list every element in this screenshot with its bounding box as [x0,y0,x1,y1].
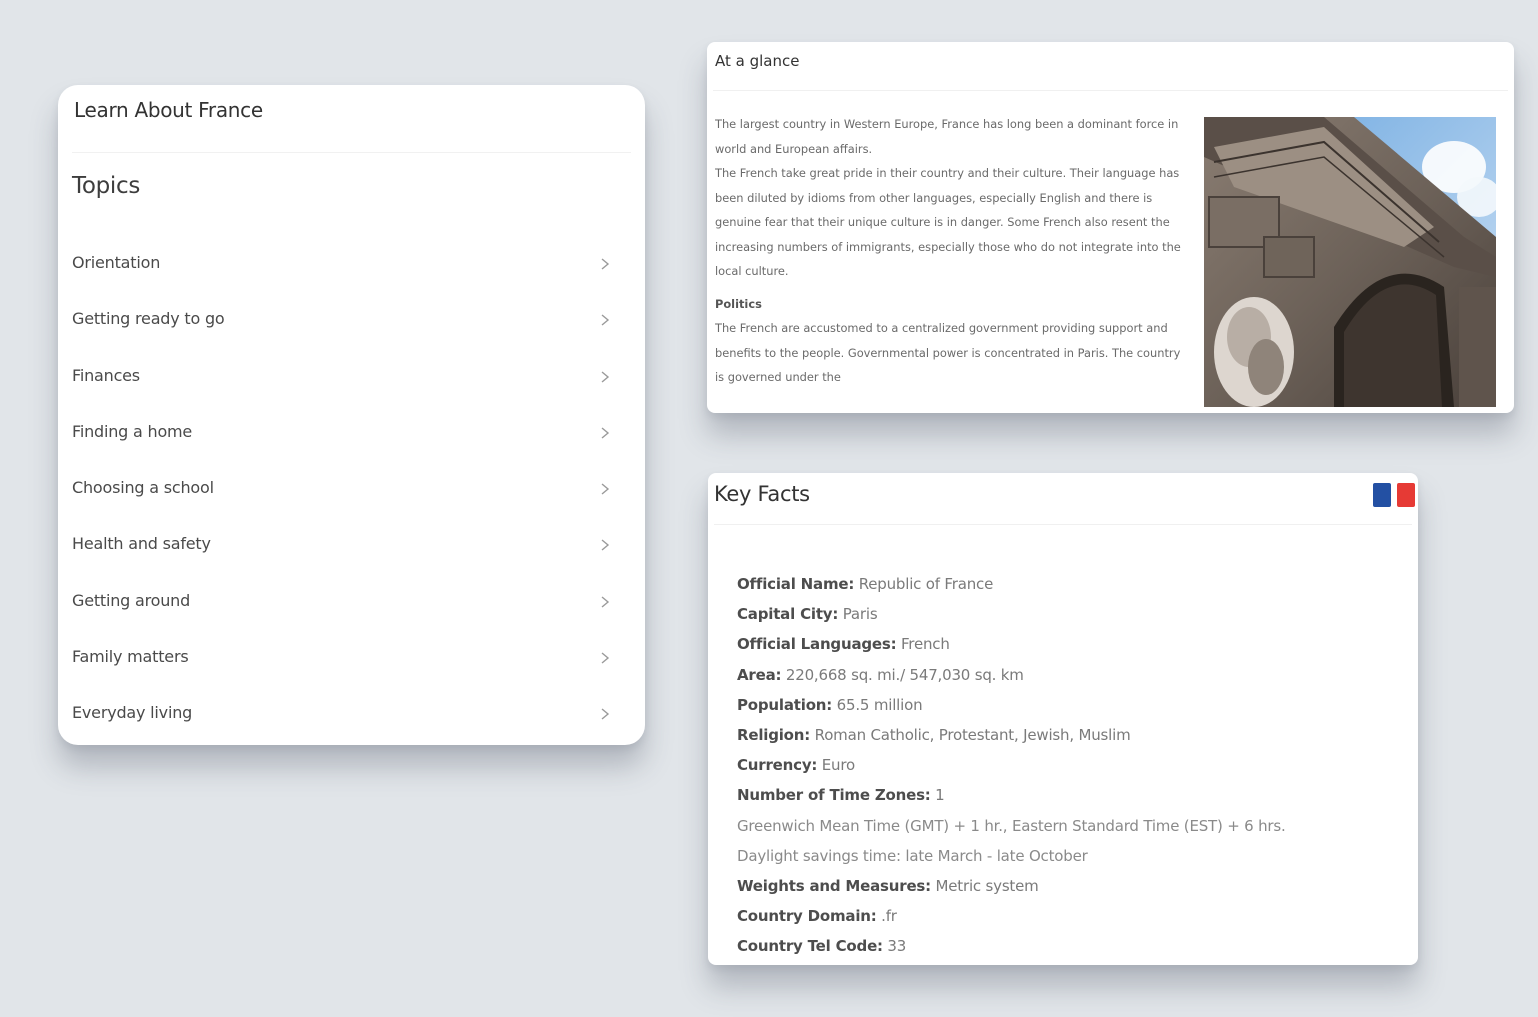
chevron-right-icon [601,258,610,270]
card-title: At a glance [715,52,800,70]
fact-value: Metric system [930,877,1039,896]
topic-item-everyday-living[interactable]: Everyday living [72,685,612,741]
glance-text-scroll-area[interactable]: The largest country in Western Europe, F… [715,112,1189,412]
fact-value: 65.5 million [832,695,923,714]
fact-label: Weights and Measures: [737,877,931,896]
fact-population: Population: 65.5 million [737,690,1286,720]
flag-stripe-red [1397,483,1415,507]
card-title: Learn About France [74,98,263,122]
fact-value: Roman Catholic, Protestant, Jewish, Musl… [810,726,1131,745]
topic-label: Family matters [72,647,189,667]
fact-label: Population: [737,695,833,714]
topic-item-orientation[interactable]: Orientation [72,235,612,291]
fact-label: Area: [737,665,782,684]
fact-value: .fr [876,907,897,926]
fact-tel-code: Country Tel Code: 33 [737,931,1286,961]
chevron-right-icon [601,314,610,326]
fact-value: 33 [882,937,907,956]
topic-label: Everyday living [72,703,193,723]
topic-label: Orientation [72,253,161,272]
chevron-right-icon [601,539,610,552]
politics-heading: Politics [715,296,762,311]
fact-value: French [896,635,950,654]
topic-label: Getting around [72,590,191,610]
fact-value: Paris [838,605,878,624]
fact-value: 220,668 sq. mi./ 547,030 sq. km [781,665,1024,684]
chevron-right-icon [601,596,610,608]
fact-label: Country Tel Code: [737,937,883,956]
politics-paragraph: The French are accustomed to a centraliz… [715,321,1181,384]
facts-list: Official Name: Republic of France Capita… [737,569,1286,962]
divider [713,90,1508,91]
chevron-right-icon [601,708,610,720]
fact-label: Official Languages: [737,635,897,654]
fact-area: Area: 220,668 sq. mi./ 547,030 sq. km [737,660,1286,690]
key-facts-card: Key Facts Official Name: Republic of Fra… [708,473,1418,965]
topic-label: Health and safety [72,534,211,554]
topic-label: Finding a home [72,421,193,441]
fact-daylight-note: Daylight savings time: late March - late… [737,846,1088,865]
arc-de-triomphe-image [1204,117,1496,407]
topic-label: Getting ready to go [72,309,225,329]
card-title: Key Facts [714,482,810,506]
fact-label: Country Domain: [737,907,877,926]
learn-about-france-card: Learn About France Topics Orientation Ge… [58,85,645,745]
fact-official-languages: Official Languages: French [737,629,1286,659]
topic-item-finding-home[interactable]: Finding a home [72,404,612,460]
fact-label: Capital City: [737,605,839,624]
fact-value: Euro [817,756,855,775]
fact-value: 1 [930,786,945,805]
divider [714,524,1412,525]
fact-official-name: Official Name: Republic of France [737,569,1286,599]
fact-religion: Religion: Roman Catholic, Protestant, Je… [737,720,1286,750]
topic-item-getting-ready[interactable]: Getting ready to go [72,291,612,347]
fact-label: Official Name: [737,575,855,593]
chevron-right-icon [601,652,610,664]
topic-label: Choosing a school [72,478,214,498]
intro-paragraph: The largest country in Western Europe, F… [715,117,1179,156]
chevron-right-icon [601,427,610,439]
fact-country-domain: Country Domain: .fr [737,901,1286,931]
fact-currency: Currency: Euro [737,750,1286,780]
topic-item-getting-around[interactable]: Getting around [72,573,612,629]
fact-label: Currency: [737,756,818,775]
topic-item-finances[interactable]: Finances [72,348,612,404]
at-a-glance-card: At a glance The largest country in Weste… [707,42,1514,413]
fact-label: Number of Time Zones: [737,786,931,805]
fact-timezone-note: Greenwich Mean Time (GMT) + 1 hr., Easte… [737,816,1286,835]
topic-item-health-safety[interactable]: Health and safety [72,516,612,572]
culture-paragraph: The French take great pride in their cou… [715,166,1181,278]
fact-label: Religion: [737,726,811,745]
topic-item-family-matters[interactable]: Family matters [72,629,612,685]
topic-label: Finances [72,365,140,385]
flag-stripe-blue [1373,483,1391,507]
fact-weights-measures: Weights and Measures: Metric system [737,871,1286,901]
fact-time-zones: Number of Time Zones: 1 [737,780,1286,810]
chevron-right-icon [601,371,610,383]
fact-value: Republic of France [854,575,994,593]
topics-heading: Topics [72,173,141,199]
fact-capital-city: Capital City: Paris [737,599,1286,629]
france-flag-icon [1373,483,1415,507]
topic-list: Orientation Getting ready to go Finances… [72,235,612,742]
chevron-right-icon [601,483,610,495]
divider [72,152,631,153]
topic-item-choosing-school[interactable]: Choosing a school [72,460,612,516]
